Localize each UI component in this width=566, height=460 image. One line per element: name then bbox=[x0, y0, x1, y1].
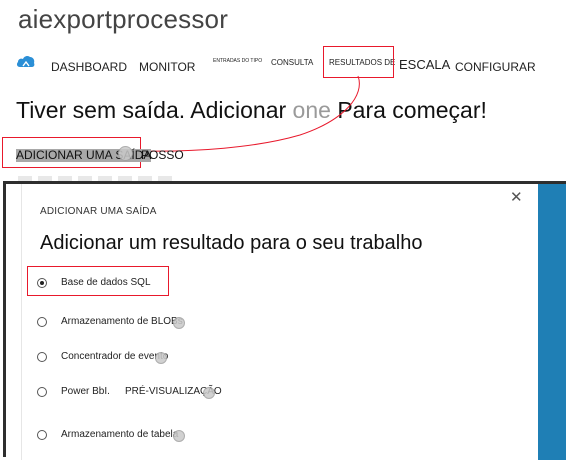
cursor-indicator bbox=[118, 146, 133, 161]
nav-query[interactable]: CONSULTA bbox=[271, 58, 313, 67]
radio-table-storage[interactable] bbox=[37, 430, 47, 440]
dialog-sidebar bbox=[538, 184, 566, 460]
nav-inputs[interactable]: ENTRADAS DO TIPO bbox=[213, 58, 262, 64]
radio-blob-storage[interactable] bbox=[37, 317, 47, 327]
dialog-edge bbox=[21, 184, 22, 460]
cursor-indicator bbox=[203, 387, 215, 399]
nav-scale[interactable]: ESCALA bbox=[399, 57, 450, 72]
option-label: Base de dados SQL bbox=[61, 277, 151, 288]
app-title: aiexportprocessor bbox=[18, 4, 229, 34]
empty-message-link[interactable]: one bbox=[293, 97, 331, 123]
cloud-icon[interactable] bbox=[16, 54, 36, 68]
radio-sql-database[interactable] bbox=[37, 278, 47, 288]
option-label: Power BbI. bbox=[61, 386, 110, 397]
empty-message-part1: Tiver sem saída. Adicionar bbox=[16, 97, 287, 123]
empty-state-message: Tiver sem saída. Adicionar one Para come… bbox=[16, 97, 487, 124]
option-label: Armazenamento de BLOBs bbox=[61, 316, 183, 327]
empty-message-part3: Para começar! bbox=[337, 97, 487, 123]
close-icon[interactable]: ✕ bbox=[510, 188, 523, 206]
option-label: Armazenamento de tabela bbox=[61, 429, 179, 440]
add-output-extra-text: POSSO bbox=[141, 148, 184, 162]
radio-power-bi[interactable] bbox=[37, 387, 47, 397]
option-label: Concentrador de evento bbox=[61, 351, 169, 362]
nav-dashboard[interactable]: DASHBOARD bbox=[51, 60, 127, 74]
cursor-indicator bbox=[173, 317, 185, 329]
nav-monitor[interactable]: MONITOR bbox=[139, 60, 195, 74]
cursor-indicator bbox=[173, 430, 185, 442]
add-output-dialog: ✕ ADICIONAR UMA SAÍDA Adicionar um resul… bbox=[3, 181, 566, 460]
outputs-tab-highlight bbox=[323, 46, 394, 78]
dialog-eyebrow: ADICIONAR UMA SAÍDA bbox=[40, 206, 157, 217]
radio-event-hub[interactable] bbox=[37, 352, 47, 362]
dialog-heading: Adicionar um resultado para o seu trabal… bbox=[40, 232, 423, 254]
nav-configure[interactable]: CONFIGURAR bbox=[455, 60, 536, 74]
cursor-indicator bbox=[155, 352, 167, 364]
